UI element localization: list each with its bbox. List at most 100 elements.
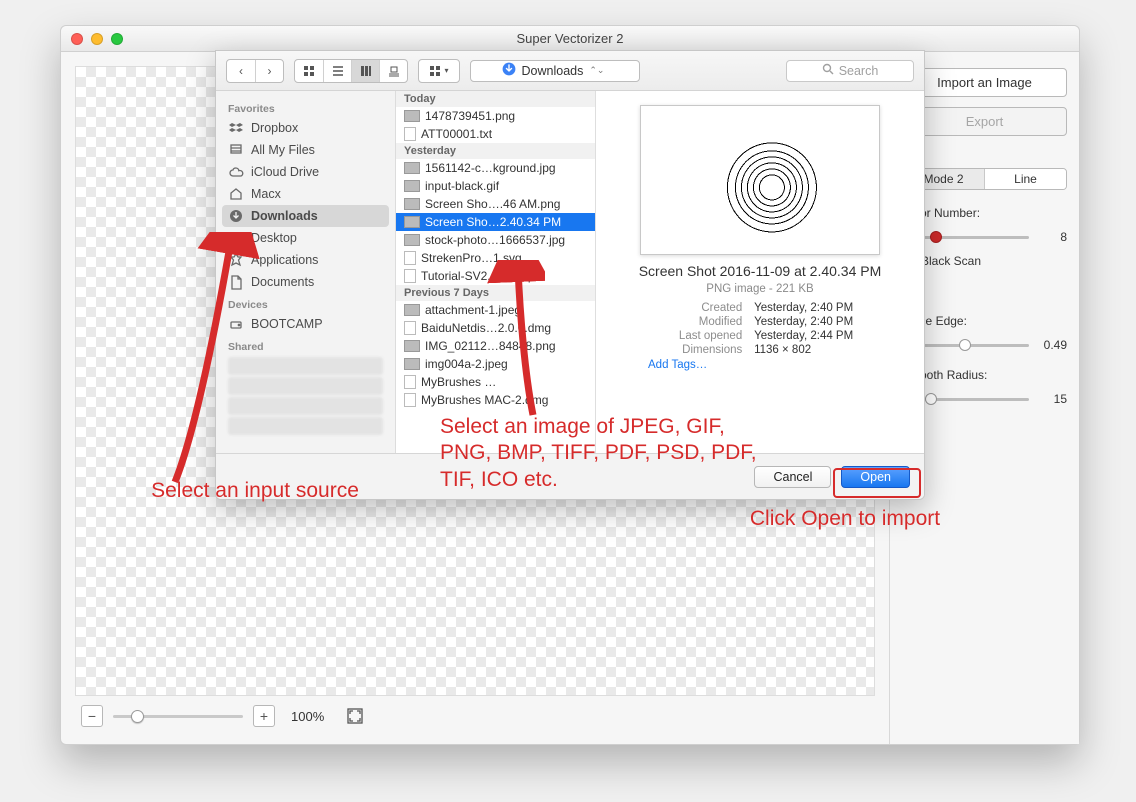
forward-button[interactable]: › (255, 60, 283, 82)
location-popup[interactable]: Downloads ⌃⌄ (470, 60, 640, 82)
file-name: MyBrushes … (421, 375, 496, 389)
column-view-button[interactable] (351, 60, 379, 82)
file-name: stock-photo…1666537.jpg (425, 233, 565, 247)
sidebar-item-label: iCloud Drive (251, 165, 319, 179)
thumbnail-icon (404, 358, 420, 370)
thumbnail-icon (404, 340, 420, 352)
sidebar-item-macx[interactable]: Macx (216, 183, 395, 205)
color-number-value: 8 (1037, 230, 1067, 244)
desktop-icon (228, 230, 244, 246)
document-icon (404, 251, 416, 265)
file-row[interactable]: input-black.gif (396, 177, 595, 195)
file-name: img004a-2.jpeg (425, 357, 508, 371)
thumbnail-icon (404, 216, 420, 228)
file-name: Screen Sho…2.40.34 PM (425, 215, 561, 229)
sidebar-item-all-my-files[interactable]: All My Files (216, 139, 395, 161)
meta-value: Yesterday, 2:40 PM (754, 316, 908, 328)
back-button[interactable]: ‹ (227, 60, 255, 82)
meta-row: CreatedYesterday, 2:40 PM (612, 301, 908, 315)
documents-icon (228, 274, 244, 290)
smooth-radius-label: Smooth Radius: (902, 368, 1067, 382)
meta-row: Last openedYesterday, 2:44 PM (612, 329, 908, 343)
file-row[interactable]: MyBrushes MAC-2.dmg (396, 391, 595, 409)
file-name: input-black.gif (425, 179, 499, 193)
sidebar-item-label: BOOTCAMP (251, 317, 323, 331)
icon-view-button[interactable] (295, 60, 323, 82)
shared-item[interactable] (228, 357, 383, 375)
sidebar: Favorites Dropbox All My Files iCloud Driv… (216, 91, 396, 453)
file-row[interactable]: img004a-2.jpeg (396, 355, 595, 373)
file-row[interactable]: 1478739451.png (396, 107, 595, 125)
file-row[interactable]: stock-photo…1666537.jpg (396, 231, 595, 249)
file-row[interactable]: ATT00001.txt (396, 125, 595, 143)
meta-key: Last opened (612, 330, 742, 342)
sidebar-item-documents[interactable]: Documents (216, 271, 395, 293)
meta-row: Dimensions1136 × 802 (612, 343, 908, 357)
sidebar-item-label: Documents (251, 275, 314, 289)
zoom-bar: − + 100% (75, 696, 875, 736)
fit-to-screen-icon[interactable] (344, 705, 366, 727)
zoom-in-button[interactable]: + (253, 705, 275, 727)
open-file-sheet: ‹ › ▾ Downlo (215, 50, 925, 500)
arrange-button[interactable]: ▾ (419, 60, 459, 82)
trace-edge-label: Trace Edge: (902, 314, 1067, 328)
file-row[interactable]: Screen Sho…2.40.34 PM (396, 213, 595, 231)
sidebar-item-desktop[interactable]: Desktop (216, 227, 395, 249)
file-row[interactable]: Screen Sho….46 AM.png (396, 195, 595, 213)
shared-item[interactable] (228, 377, 383, 395)
drive-icon (228, 316, 244, 332)
file-row[interactable]: StrekenPro…1.svg (396, 249, 595, 267)
search-icon (822, 63, 834, 78)
file-name: Screen Sho….46 AM.png (425, 197, 560, 211)
file-column[interactable]: Today1478739451.pngATT00001.txtYesterday… (396, 91, 596, 453)
sidebar-item-bootcamp[interactable]: BOOTCAMP (216, 313, 395, 335)
zoom-out-button[interactable]: − (81, 705, 103, 727)
file-row[interactable]: attachment-1.jpeg (396, 301, 595, 319)
titlebar[interactable]: Super Vectorizer 2 (61, 26, 1079, 52)
shared-item[interactable] (228, 397, 383, 415)
file-name: 1561142-c…kground.jpg (425, 161, 556, 175)
file-row[interactable]: 1561142-c…kground.jpg (396, 159, 595, 177)
file-row[interactable]: IMG_02112…84848.png (396, 337, 595, 355)
file-row[interactable]: BaiduNetdis…2.0.0.dmg (396, 319, 595, 337)
open-button[interactable]: Open (841, 466, 910, 488)
nav-back-forward[interactable]: ‹ › (226, 59, 284, 83)
import-image-button[interactable]: Import an Image (902, 68, 1067, 97)
view-mode-buttons[interactable] (294, 59, 408, 83)
sidebar-item-label: Dropbox (251, 121, 298, 135)
dropbox-icon (228, 120, 244, 136)
file-row[interactable]: MyBrushes … (396, 373, 595, 391)
meta-key: Modified (612, 316, 742, 328)
add-tags-link[interactable]: Add Tags… (648, 359, 707, 371)
cancel-button[interactable]: Cancel (754, 466, 831, 488)
preview-metadata: CreatedYesterday, 2:40 PMModified Yesterd… (612, 301, 908, 357)
zoom-slider[interactable] (113, 715, 243, 718)
file-name: Tutorial-SV2.docx.zip (421, 269, 535, 283)
document-icon (404, 127, 416, 141)
sidebar-item-downloads[interactable]: Downloads (222, 205, 389, 227)
column-group-header: Today (396, 91, 595, 107)
list-view-button[interactable] (323, 60, 351, 82)
thumbnail-icon (404, 234, 420, 246)
window-title: Super Vectorizer 2 (61, 31, 1079, 46)
sidebar-item-dropbox[interactable]: Dropbox (216, 117, 395, 139)
sidebar-item-applications[interactable]: Applications (216, 249, 395, 271)
search-input[interactable]: Search (786, 60, 914, 82)
sidebar-item-label: Applications (251, 253, 318, 267)
coverflow-view-button[interactable] (379, 60, 407, 82)
applications-icon (228, 252, 244, 268)
file-row[interactable]: Tutorial-SV2.docx.zip (396, 267, 595, 285)
sidebar-section-favorites: Favorites (216, 97, 395, 117)
trace-edge-value: 0.49 (1037, 338, 1067, 352)
preview-title: Screen Shot 2016-11-09 at 2.40.34 PM (639, 263, 882, 281)
meta-row: Modified Yesterday, 2:40 PM (612, 315, 908, 329)
chevron-updown-icon: ⌃⌄ (589, 65, 604, 76)
tab-line[interactable]: Line (984, 169, 1066, 189)
thumbnail-icon (404, 110, 420, 122)
arrange-menu[interactable]: ▾ (418, 59, 460, 83)
sidebar-item-icloud-drive[interactable]: iCloud Drive (216, 161, 395, 183)
mode-tabs[interactable]: Mode 2 Line (902, 168, 1067, 190)
document-icon (404, 269, 416, 283)
shared-item[interactable] (228, 417, 383, 435)
document-icon (404, 375, 416, 389)
